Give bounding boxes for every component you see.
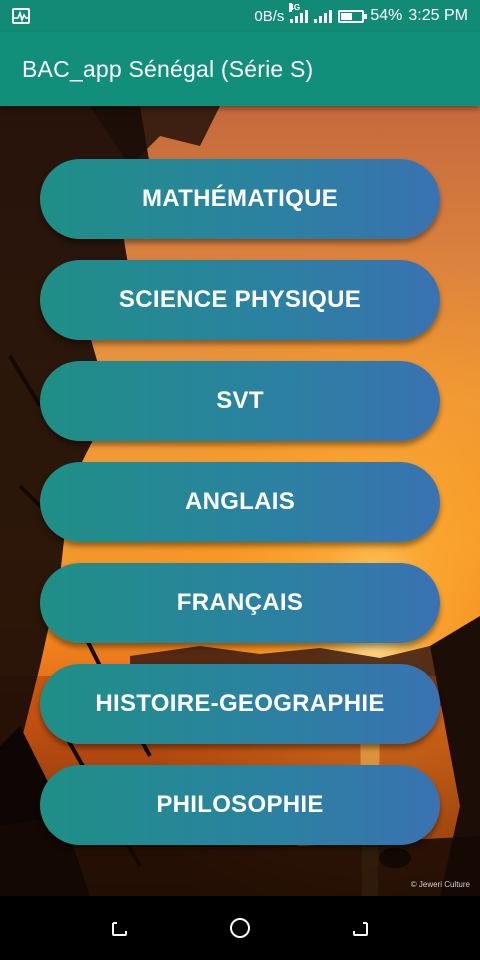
subject-button-science-physique[interactable]: SCIENCE PHYSIQUE — [40, 260, 440, 340]
app-title: BAC_app Sénégal (Série S) — [22, 55, 314, 82]
subject-menu: MATHÉMATIQUE SCIENCE PHYSIQUE SVT ANGLAI… — [40, 159, 440, 866]
subject-button-mathematique[interactable]: MATHÉMATIQUE — [40, 159, 440, 239]
subject-button-svt[interactable]: SVT — [40, 361, 440, 441]
recent-apps-icon[interactable] — [100, 908, 140, 948]
signal-icon: 4G — [289, 3, 309, 23]
activity-monitor-icon — [12, 8, 30, 24]
subject-button-philosophie[interactable]: PHILOSOPHIE — [40, 765, 440, 845]
status-bar: 0B/s 4G 54% 3:25 PM — [0, 0, 480, 32]
battery-percent: 54% — [370, 7, 403, 24]
image-watermark: © Jeweri Culture — [410, 880, 470, 889]
home-icon[interactable] — [220, 908, 260, 948]
clock: 3:25 PM — [408, 7, 468, 24]
app-bar: BAC_app Sénégal (Série S) — [0, 32, 480, 106]
subject-button-francais[interactable]: FRANÇAIS — [40, 563, 440, 643]
back-icon[interactable] — [340, 908, 380, 948]
battery-icon — [338, 9, 368, 23]
subject-button-anglais[interactable]: ANGLAIS — [40, 462, 440, 542]
app-screen: 0B/s 4G 54% 3:25 PM BAC_app Sénégal (Sér… — [0, 0, 480, 960]
signal-icon-2 — [314, 9, 333, 23]
navigation-bar — [0, 896, 480, 960]
net-speed: 0B/s — [254, 7, 285, 25]
subject-button-histoire-geographie[interactable]: HISTOIRE-GEOGRAPHIE — [40, 664, 440, 744]
network-type: 4G — [289, 3, 301, 12]
